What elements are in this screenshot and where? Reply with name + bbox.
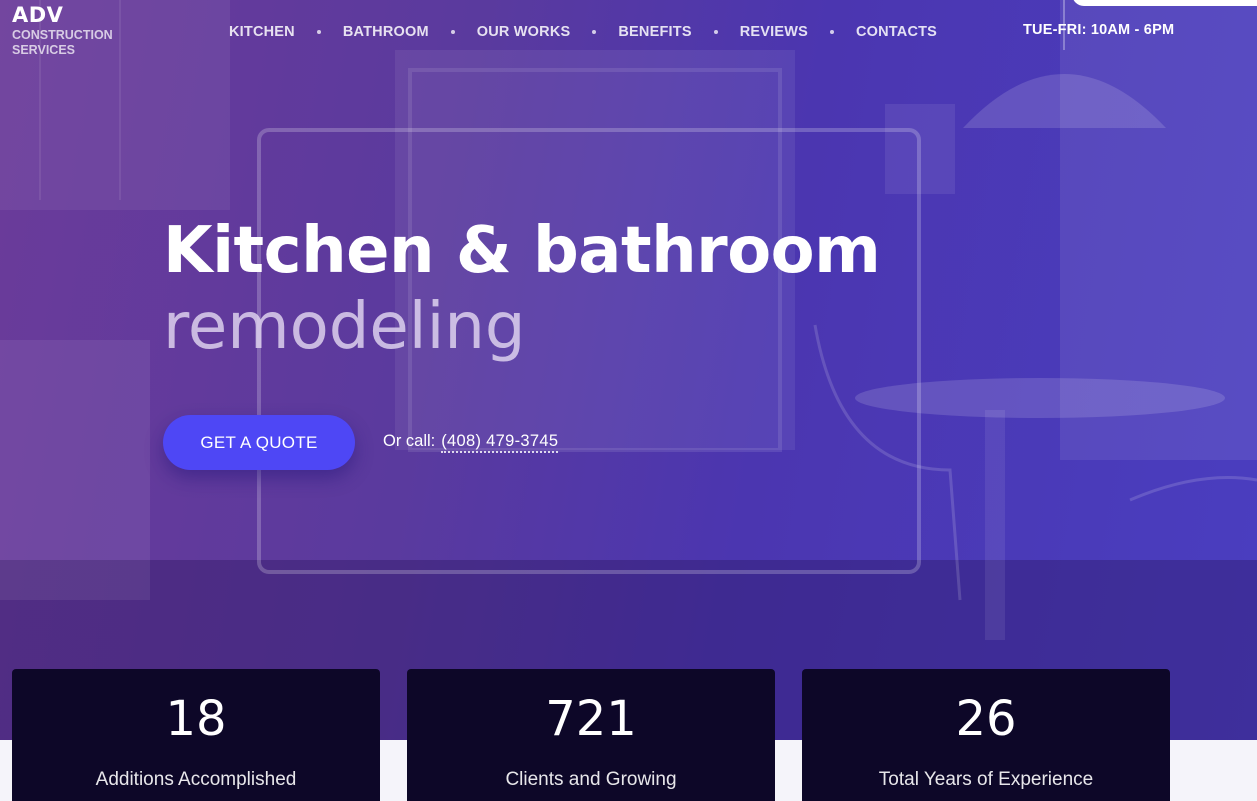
get-quote-button[interactable]: GET A QUOTE [163, 415, 355, 470]
stat-card-clients: 721 Clients and Growing [407, 669, 775, 801]
nav-item-benefits[interactable]: BENEFITS [618, 24, 691, 40]
page: ADV CONSTRUCTION SERVICES KITCHEN BATHRO… [0, 0, 1257, 801]
nav-item-contacts[interactable]: CONTACTS [856, 24, 937, 40]
main-nav: KITCHEN BATHROOM OUR WORKS BENEFITS REVI… [229, 22, 937, 42]
stat-value: 26 [955, 691, 1017, 747]
nav-separator [316, 30, 321, 34]
stat-card-experience: 26 Total Years of Experience [802, 669, 1170, 801]
nav-item-bathroom[interactable]: BATHROOM [343, 24, 429, 40]
stat-value: 721 [545, 691, 637, 747]
business-hours: TUE-FRI: 10AM - 6PM [1023, 22, 1175, 38]
nav-item-kitchen[interactable]: KITCHEN [229, 24, 295, 40]
stat-label: Clients and Growing [505, 769, 677, 790]
hero-title: Kitchen & bathroom [163, 214, 881, 288]
corner-tab [1072, 0, 1257, 6]
call-info: Or call: (408) 479-3745 [383, 432, 559, 453]
hero-subtitle: remodeling [163, 290, 526, 364]
nav-separator [592, 30, 597, 34]
nav-item-our-works[interactable]: OUR WORKS [477, 24, 571, 40]
stat-label: Total Years of Experience [878, 769, 1094, 790]
brand-name: ADV [12, 3, 64, 27]
nav-item-reviews[interactable]: REVIEWS [740, 24, 808, 40]
call-label: Or call: [383, 432, 436, 450]
hero-section [0, 0, 1257, 740]
stat-label: Additions Accomplished [95, 769, 297, 790]
nav-separator [713, 30, 718, 34]
brand-tagline: CONSTRUCTION SERVICES [12, 28, 113, 57]
nav-separator [450, 30, 455, 34]
stat-card-additions: 18 Additions Accomplished [12, 669, 380, 801]
phone-link[interactable]: (408) 479-3745 [441, 432, 559, 453]
nav-separator [829, 30, 834, 34]
brand-logo[interactable]: ADV CONSTRUCTION SERVICES [12, 2, 122, 58]
stat-value: 18 [165, 691, 227, 747]
